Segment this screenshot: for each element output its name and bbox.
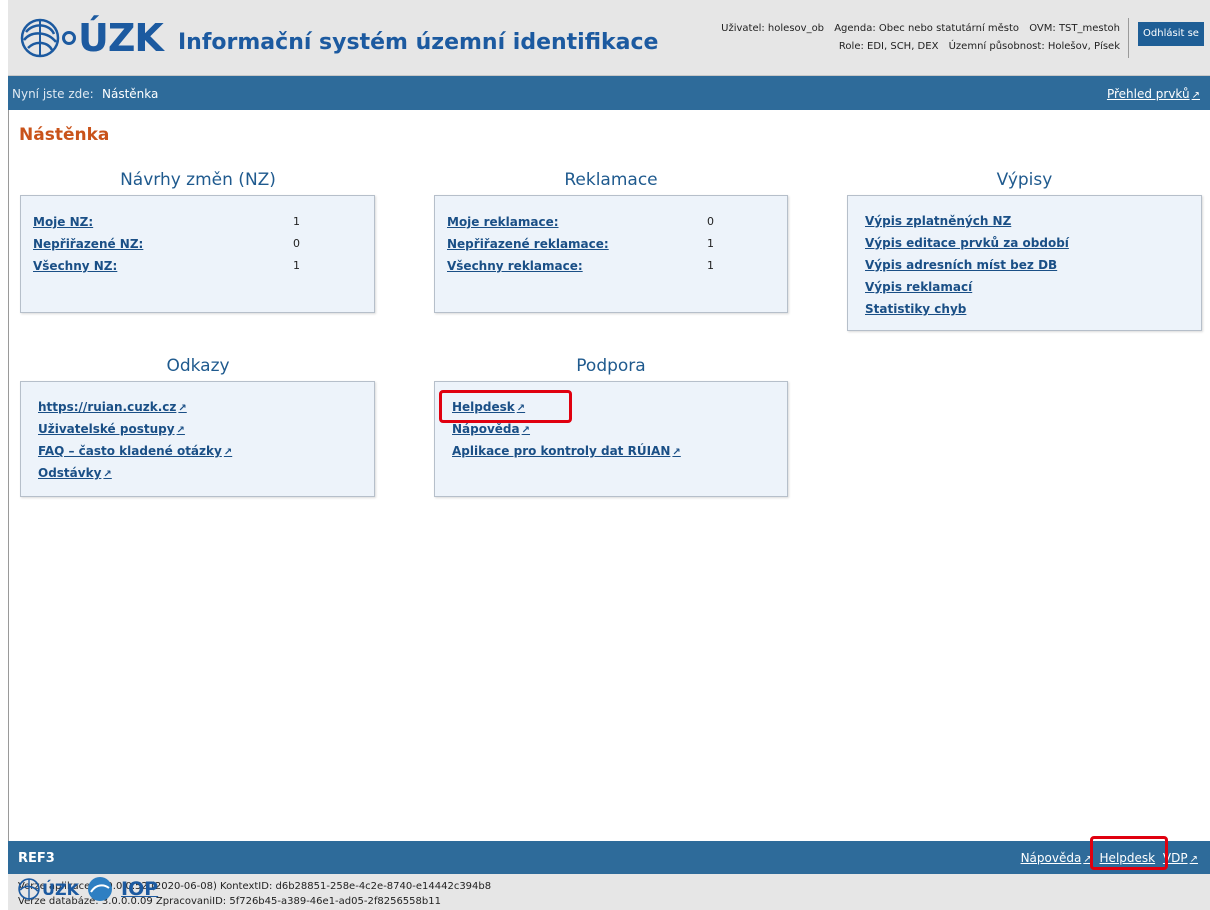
vsechny-reklamace-count: 1	[707, 259, 714, 272]
vsechny-reklamace-link[interactable]: Všechny reklamace:	[447, 259, 583, 273]
prehled-prvku-link[interactable]: Přehled prvků ↗	[1107, 87, 1200, 101]
odkazy-box: https://ruian.cuzk.cz ↗ Uživatelské postu…	[20, 381, 375, 497]
vypisy-box: Výpis zplatněných NZ Výpis editace prvků…	[847, 195, 1202, 331]
highlight-box	[1090, 836, 1168, 870]
faq-link[interactable]: FAQ – často kladené otázky ↗	[38, 444, 232, 458]
app-title: Informační systém územní identifikace	[178, 30, 659, 55]
iop-globe-icon	[88, 877, 112, 901]
vypis-reklamaci-link[interactable]: Výpis reklamací	[865, 280, 972, 294]
highlight-box	[439, 390, 572, 423]
list-item: Nepřiřazené NZ: 0	[33, 236, 363, 252]
list-item: Všechny reklamace: 1	[447, 258, 777, 274]
section-title-reklamace: Reklamace	[564, 170, 658, 190]
uzivatelske-postupy-link[interactable]: Uživatelské postupy ↗	[38, 422, 185, 436]
napoveda-link[interactable]: Nápověda ↗	[452, 422, 530, 436]
footer-cuzk-logo[interactable]: ÚZK	[18, 878, 79, 900]
role: Role: EDI, SCH, DEX	[838, 41, 939, 52]
header-divider	[1128, 18, 1129, 58]
kontroly-dat-link[interactable]: Aplikace pro kontroly dat RÚIAN ↗	[452, 444, 681, 458]
breadcrumb-prefix: Nyní jste zde:	[12, 87, 94, 101]
statistiky-chyb-link[interactable]: Statistiky chyb	[865, 302, 966, 316]
vsechny-nz-count: 1	[293, 259, 300, 272]
moje-reklamace-count: 0	[707, 215, 714, 228]
nepriazene-nz-link[interactable]: Nepřiřazené NZ:	[33, 237, 143, 251]
external-link-icon: ↗	[178, 403, 187, 414]
ruian-web-link[interactable]: https://ruian.cuzk.cz ↗	[38, 400, 187, 414]
footer-bar: REF3 Nápověda ↗ Helpdesk VDP ↗	[8, 841, 1210, 874]
vypis-editace-prvku-link[interactable]: Výpis editace prvků za období	[865, 236, 1069, 250]
ruian-web-label: https://ruian.cuzk.cz	[38, 400, 177, 414]
c-letter-icon	[62, 31, 76, 45]
vsechny-nz-link[interactable]: Všechny NZ:	[33, 259, 117, 273]
user-name: Uživatel: holesov_ob	[721, 23, 825, 34]
uzivatelske-postupy-label: Uživatelské postupy	[38, 422, 175, 436]
nz-box: Moje NZ: 1 Nepřiřazené NZ: 0 Všechny NZ:…	[20, 195, 375, 313]
app-header: ÚZK Informační systém územní identifikac…	[8, 0, 1210, 76]
neprirazene-reklamace-count: 1	[707, 237, 714, 250]
moje-nz-count: 1	[293, 215, 300, 228]
list-item: Moje reklamace: 0	[447, 214, 777, 230]
section-title-podpora: Podpora	[576, 356, 646, 376]
version-info: Verze aplikace: 3.0.0.0.52 (2020-06-08) …	[8, 874, 1210, 910]
user-info: Uživatel: holesov_ob Agenda: Obec nebo s…	[714, 20, 1120, 56]
footer-vdp-link[interactable]: VDP ↗	[1163, 851, 1198, 865]
vypis-adresnich-mist-link[interactable]: Výpis adresních míst bez DB	[865, 258, 1057, 272]
page-title: Nástěnka	[19, 125, 110, 145]
breadcrumb-current: Nástěnka	[102, 87, 159, 101]
napoveda-label: Nápověda	[452, 422, 520, 436]
external-link-icon: ↗	[672, 447, 681, 458]
territorial-scope: Územní působnost: Holešov, Písek	[948, 41, 1120, 52]
odstavky-link[interactable]: Odstávky ↗	[38, 466, 112, 480]
nepriazene-nz-count: 0	[293, 237, 300, 250]
reklamace-box: Moje reklamace: 0 Nepřiřazené reklamace:…	[434, 195, 788, 313]
cuzk-logo[interactable]: ÚZK	[20, 16, 164, 60]
faq-label: FAQ – často kladené otázky	[38, 444, 222, 458]
external-link-icon: ↗	[1191, 90, 1200, 101]
cuzk-emblem-icon	[20, 18, 60, 58]
iop-link[interactable]: IOP	[121, 878, 158, 900]
vypis-zplatnenych-nz-link[interactable]: Výpis zplatněných NZ	[865, 214, 1011, 228]
logout-button[interactable]: Odhlásit se	[1138, 22, 1204, 46]
agenda: Agenda: Obec nebo statutární město	[834, 23, 1020, 34]
neprirazene-reklamace-link[interactable]: Nepřiřazené reklamace:	[447, 237, 609, 251]
section-title-vypisy: Výpisy	[996, 170, 1053, 190]
footer-napoveda-link[interactable]: Nápověda ↗	[1021, 851, 1092, 865]
footer-napoveda-label: Nápověda	[1020, 851, 1082, 865]
prehled-prvku-label: Přehled prvků	[1106, 87, 1190, 101]
section-title-nz: Návrhy změn (NZ)	[120, 170, 276, 190]
list-item: Všechny NZ: 1	[33, 258, 363, 274]
environment-label: REF3	[18, 851, 55, 866]
list-item: Moje NZ: 1	[33, 214, 363, 230]
moje-reklamace-link[interactable]: Moje reklamace:	[447, 215, 559, 229]
kontroly-dat-label: Aplikace pro kontroly dat RÚIAN	[452, 444, 671, 458]
external-link-icon: ↗	[176, 425, 185, 436]
footer-logos: ÚZK IOP	[18, 876, 1202, 902]
section-title-odkazy: Odkazy	[166, 356, 230, 376]
list-item: Nepřiřazené reklamace: 1	[447, 236, 777, 252]
breadcrumb: Nyní jste zde: Nástěnka Přehled prvků ↗	[8, 76, 1210, 110]
odstavky-label: Odstávky	[38, 466, 102, 480]
external-link-icon: ↗	[223, 447, 233, 458]
external-link-icon: ↗	[521, 425, 531, 436]
external-link-icon: ↗	[103, 469, 112, 480]
external-link-icon: ↗	[1189, 854, 1198, 865]
ovm: OVM: TST_mestoh	[1029, 23, 1120, 34]
logo-text: ÚZK	[78, 16, 164, 60]
footer-logo-text: ÚZK	[42, 879, 79, 899]
cuzk-emblem-icon	[18, 878, 40, 900]
moje-nz-link[interactable]: Moje NZ:	[33, 215, 93, 229]
